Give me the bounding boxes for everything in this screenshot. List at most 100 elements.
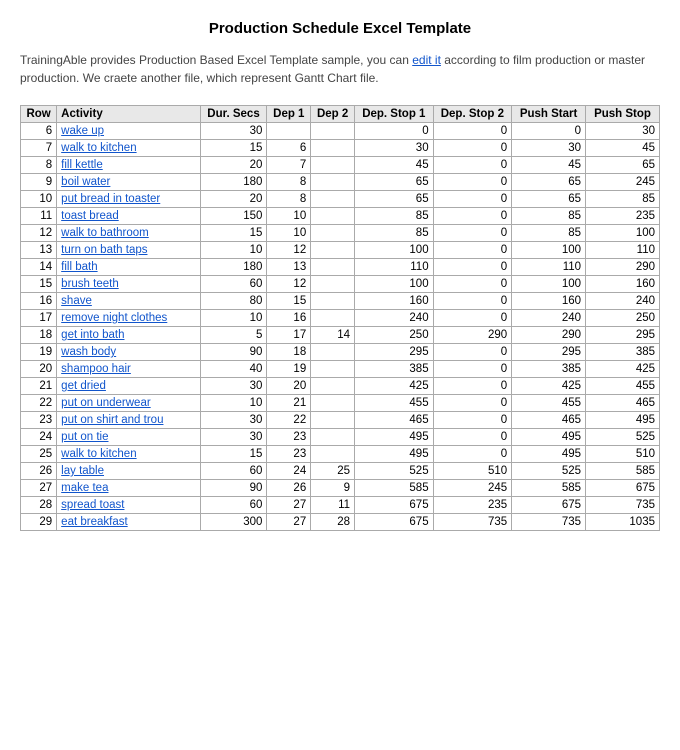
data-cell: 21: [267, 395, 311, 412]
data-cell: [311, 446, 355, 463]
activity-cell[interactable]: spread toast: [57, 497, 200, 514]
activity-cell[interactable]: walk to kitchen: [57, 446, 200, 463]
data-cell: [311, 259, 355, 276]
row-number: 11: [21, 208, 57, 225]
data-cell: [311, 344, 355, 361]
data-cell: [311, 225, 355, 242]
data-cell: 18: [267, 344, 311, 361]
data-cell: 28: [311, 514, 355, 531]
data-cell: 85: [355, 208, 434, 225]
data-cell: 160: [586, 276, 660, 293]
col-header-0: Row: [21, 106, 57, 123]
data-cell: 675: [586, 480, 660, 497]
data-cell: [311, 378, 355, 395]
data-cell: 20: [200, 157, 267, 174]
data-cell: 0: [433, 174, 512, 191]
data-cell: 110: [586, 242, 660, 259]
data-cell: 90: [200, 344, 267, 361]
row-number: 25: [21, 446, 57, 463]
data-cell: 15: [267, 293, 311, 310]
data-cell: 735: [586, 497, 660, 514]
data-cell: 85: [355, 225, 434, 242]
row-number: 10: [21, 191, 57, 208]
activity-cell[interactable]: fill bath: [57, 259, 200, 276]
activity-cell[interactable]: toast bread: [57, 208, 200, 225]
data-cell: 0: [433, 446, 512, 463]
data-cell: 250: [586, 310, 660, 327]
data-cell: 10: [200, 242, 267, 259]
col-header-3: Dep 1: [267, 106, 311, 123]
activity-cell[interactable]: boil water: [57, 174, 200, 191]
activity-cell[interactable]: walk to kitchen: [57, 140, 200, 157]
data-cell: 525: [512, 463, 586, 480]
data-cell: 23: [267, 429, 311, 446]
data-cell: 675: [355, 497, 434, 514]
activity-cell[interactable]: wash body: [57, 344, 200, 361]
data-cell: 385: [512, 361, 586, 378]
activity-cell[interactable]: put on shirt and trou: [57, 412, 200, 429]
data-cell: 100: [512, 276, 586, 293]
data-cell: [311, 140, 355, 157]
data-cell: 295: [512, 344, 586, 361]
activity-cell[interactable]: lay table: [57, 463, 200, 480]
row-number: 9: [21, 174, 57, 191]
data-cell: 10: [267, 208, 311, 225]
data-cell: 30: [200, 378, 267, 395]
activity-cell[interactable]: remove night clothes: [57, 310, 200, 327]
data-cell: 9: [311, 480, 355, 497]
activity-cell[interactable]: brush teeth: [57, 276, 200, 293]
col-header-6: Dep. Stop 2: [433, 106, 512, 123]
data-cell: 22: [267, 412, 311, 429]
data-cell: 27: [267, 497, 311, 514]
data-cell: 180: [200, 174, 267, 191]
data-cell: 235: [433, 497, 512, 514]
data-cell: 12: [267, 276, 311, 293]
data-cell: 27: [267, 514, 311, 531]
data-cell: 0: [433, 140, 512, 157]
data-cell: 0: [433, 191, 512, 208]
data-cell: 525: [355, 463, 434, 480]
table-row: 22put on underwear10214550455465: [21, 395, 660, 412]
activity-cell[interactable]: wake up: [57, 123, 200, 140]
activity-cell[interactable]: put on tie: [57, 429, 200, 446]
page-title: Production Schedule Excel Template: [20, 20, 660, 37]
row-number: 22: [21, 395, 57, 412]
data-cell: 60: [200, 463, 267, 480]
table-row: 24put on tie30234950495525: [21, 429, 660, 446]
data-cell: 300: [200, 514, 267, 531]
data-cell: 455: [586, 378, 660, 395]
activity-cell[interactable]: get dried: [57, 378, 200, 395]
data-cell: 495: [355, 446, 434, 463]
activity-cell[interactable]: turn on bath taps: [57, 242, 200, 259]
table-row: 27make tea90269585245585675: [21, 480, 660, 497]
data-cell: 250: [355, 327, 434, 344]
data-cell: 45: [512, 157, 586, 174]
data-cell: 0: [433, 344, 512, 361]
col-header-2: Dur. Secs: [200, 106, 267, 123]
activity-cell[interactable]: get into bath: [57, 327, 200, 344]
data-cell: 20: [200, 191, 267, 208]
activity-cell[interactable]: shampoo hair: [57, 361, 200, 378]
data-cell: 180: [200, 259, 267, 276]
data-cell: 1035: [586, 514, 660, 531]
activity-cell[interactable]: eat breakfast: [57, 514, 200, 531]
activity-cell[interactable]: put bread in toaster: [57, 191, 200, 208]
data-cell: 735: [433, 514, 512, 531]
row-number: 21: [21, 378, 57, 395]
data-cell: 0: [433, 208, 512, 225]
row-number: 8: [21, 157, 57, 174]
data-cell: 65: [512, 191, 586, 208]
row-number: 12: [21, 225, 57, 242]
data-cell: 465: [512, 412, 586, 429]
activity-cell[interactable]: make tea: [57, 480, 200, 497]
activity-cell[interactable]: put on underwear: [57, 395, 200, 412]
table-row: 10put bread in toaster2086506585: [21, 191, 660, 208]
data-cell: 11: [311, 497, 355, 514]
table-row: 21get dried30204250425455: [21, 378, 660, 395]
activity-cell[interactable]: walk to bathroom: [57, 225, 200, 242]
activity-cell[interactable]: shave: [57, 293, 200, 310]
data-cell: 0: [512, 123, 586, 140]
activity-cell[interactable]: fill kettle: [57, 157, 200, 174]
data-cell: 0: [433, 429, 512, 446]
col-header-4: Dep 2: [311, 106, 355, 123]
